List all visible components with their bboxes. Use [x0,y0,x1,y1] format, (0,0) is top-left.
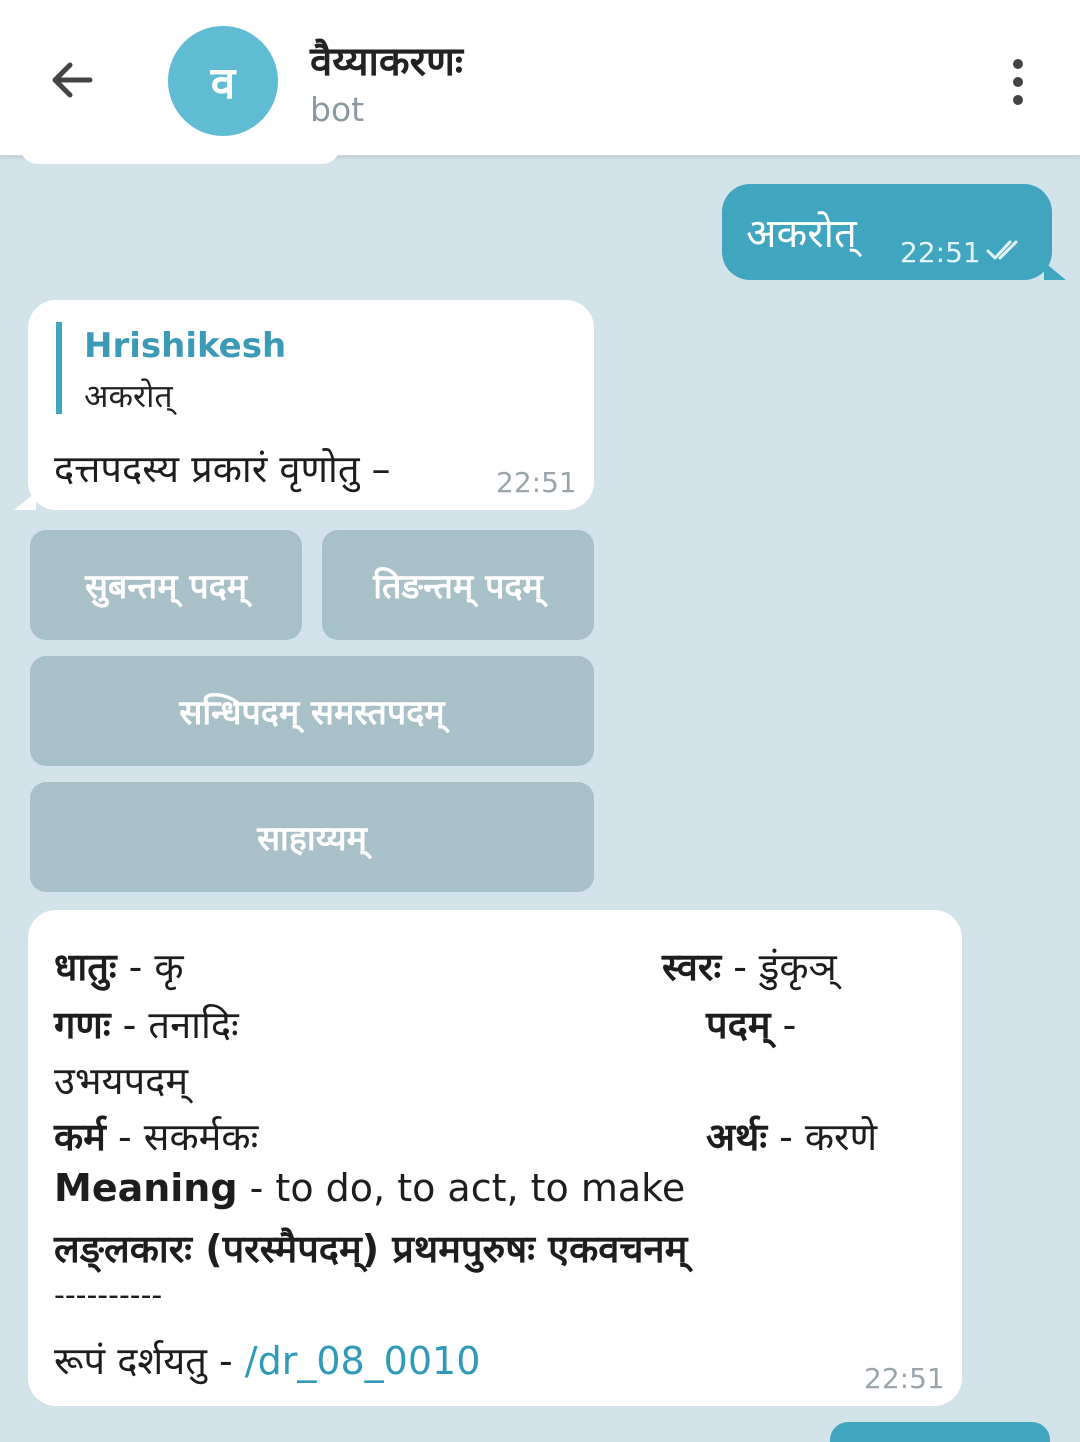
dhatu-value: - कृ [116,945,184,989]
padam-line: पदम् - [706,998,796,1050]
back-arrow-icon[interactable] [44,52,100,108]
karma-label: कर्म [54,1115,106,1159]
show-form-label: रूपं दर्शयतु - [54,1339,245,1383]
padam-label: पदम् [706,1003,771,1047]
reply-quote-author: Hrishikesh [84,326,287,366]
svara-value: - डुंकृञ् [721,945,837,989]
avatar[interactable]: व [168,26,278,136]
double-check-icon [986,240,1018,260]
gana-line: गणः - तनादिः [54,998,239,1050]
artha-line: अर्थः - करणे [706,1110,877,1162]
dhatu-label: धातुः [54,945,117,989]
karma-line: कर्म - सकर्मकः [54,1110,258,1162]
artha-label: अर्थः [706,1115,767,1159]
gana-label: गणः [54,1003,111,1047]
keyboard-button-sandhi-samasta[interactable]: सन्धिपदम् समस्तपदम् [30,656,594,766]
previous-message-fragment [20,146,340,164]
reply-quote-text: अकरोत् [84,377,173,415]
artha-value: - करणे [767,1115,878,1159]
outgoing-message[interactable]: अकरोत् 22:51 [722,184,1066,280]
separator: ---------- [54,1278,163,1313]
next-message-fragment [830,1422,1050,1442]
incoming-message-time: 22:51 [496,466,577,499]
lakara-line: लङ्लकारः (परस्मैपदम्) प्रथमपुरुषः एकवचनम… [54,1227,688,1271]
keyboard-button-tinantam[interactable]: तिङन्तम् पदम् [322,530,594,640]
meaning-label: Meaning [54,1166,238,1210]
keyboard-button-subantam[interactable]: सुबन्तम् पदम् [30,530,302,640]
keyboard-button-help[interactable]: साहाय्यम् [30,782,594,892]
padam-continuation: उभयपदम् [54,1059,189,1103]
meaning-line: Meaning - to do, to act, to make [54,1166,685,1210]
dhatu-line: धातुः - कृ [54,940,184,992]
incoming-message-reply[interactable]: Hrishikesh अकरोत् दत्तपदस्य प्रकारं वृणो… [14,300,594,510]
svara-label: स्वरः [662,945,722,989]
more-vertical-icon[interactable] [1000,56,1036,108]
show-form-link[interactable]: /dr_08_0010 [245,1339,481,1383]
chat-header: व वैय्याकरणः bot [0,0,1080,156]
outgoing-message-time: 22:51 [900,236,981,269]
svara-line: स्वरः - डुंकृञ् [662,940,837,992]
reply-quote[interactable]: Hrishikesh अकरोत् [56,322,542,415]
incoming-message-result[interactable]: धातुः - कृ स्वरः - डुंकृञ् गणः - तनादिः … [28,910,962,1406]
karma-value: - सकर्मकः [105,1115,259,1159]
result-message-time: 22:51 [864,1362,945,1395]
gana-value: - तनादिः [110,1003,239,1047]
outgoing-message-text: अकरोत् [746,211,857,257]
show-form-line: रूपं दर्शयतु - /dr_08_0010 [54,1334,480,1386]
chat-title[interactable]: वैय्याकरणः [310,32,463,87]
incoming-message-text: दत्तपदस्य प्रकारं वृणोतु – [54,447,391,491]
meaning-value: - to do, to act, to make [237,1166,686,1210]
padam-value: - [770,1003,797,1047]
chat-subtitle: bot [310,90,365,129]
